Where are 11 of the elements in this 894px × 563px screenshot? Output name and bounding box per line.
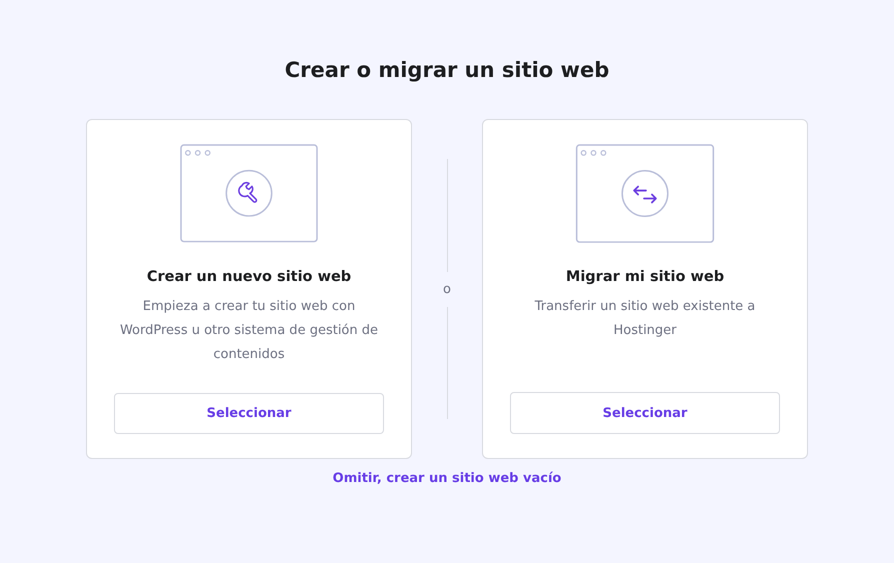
- browser-arrows-icon: [575, 144, 715, 244]
- option-heading: Migrar mi sitio web: [566, 269, 724, 286]
- select-button[interactable]: Seleccionar: [114, 392, 384, 434]
- option-description: Empieza a crear tu sitio web con WordPress u otro sistema de gestión de contenidos: [118, 298, 380, 364]
- browser-wrench-icon: [179, 144, 319, 243]
- separator-text: o: [443, 282, 451, 296]
- page-title: Crear o migrar un sitio web: [284, 58, 610, 82]
- option-heading: Crear un nuevo sitio web: [146, 268, 352, 285]
- option-description: Transferir un sitio web existente a Hostinger: [534, 298, 756, 340]
- skip-link[interactable]: Omitir, crear un sitio web vacío: [332, 471, 562, 486]
- select-button[interactable]: Seleccionar: [510, 392, 780, 434]
